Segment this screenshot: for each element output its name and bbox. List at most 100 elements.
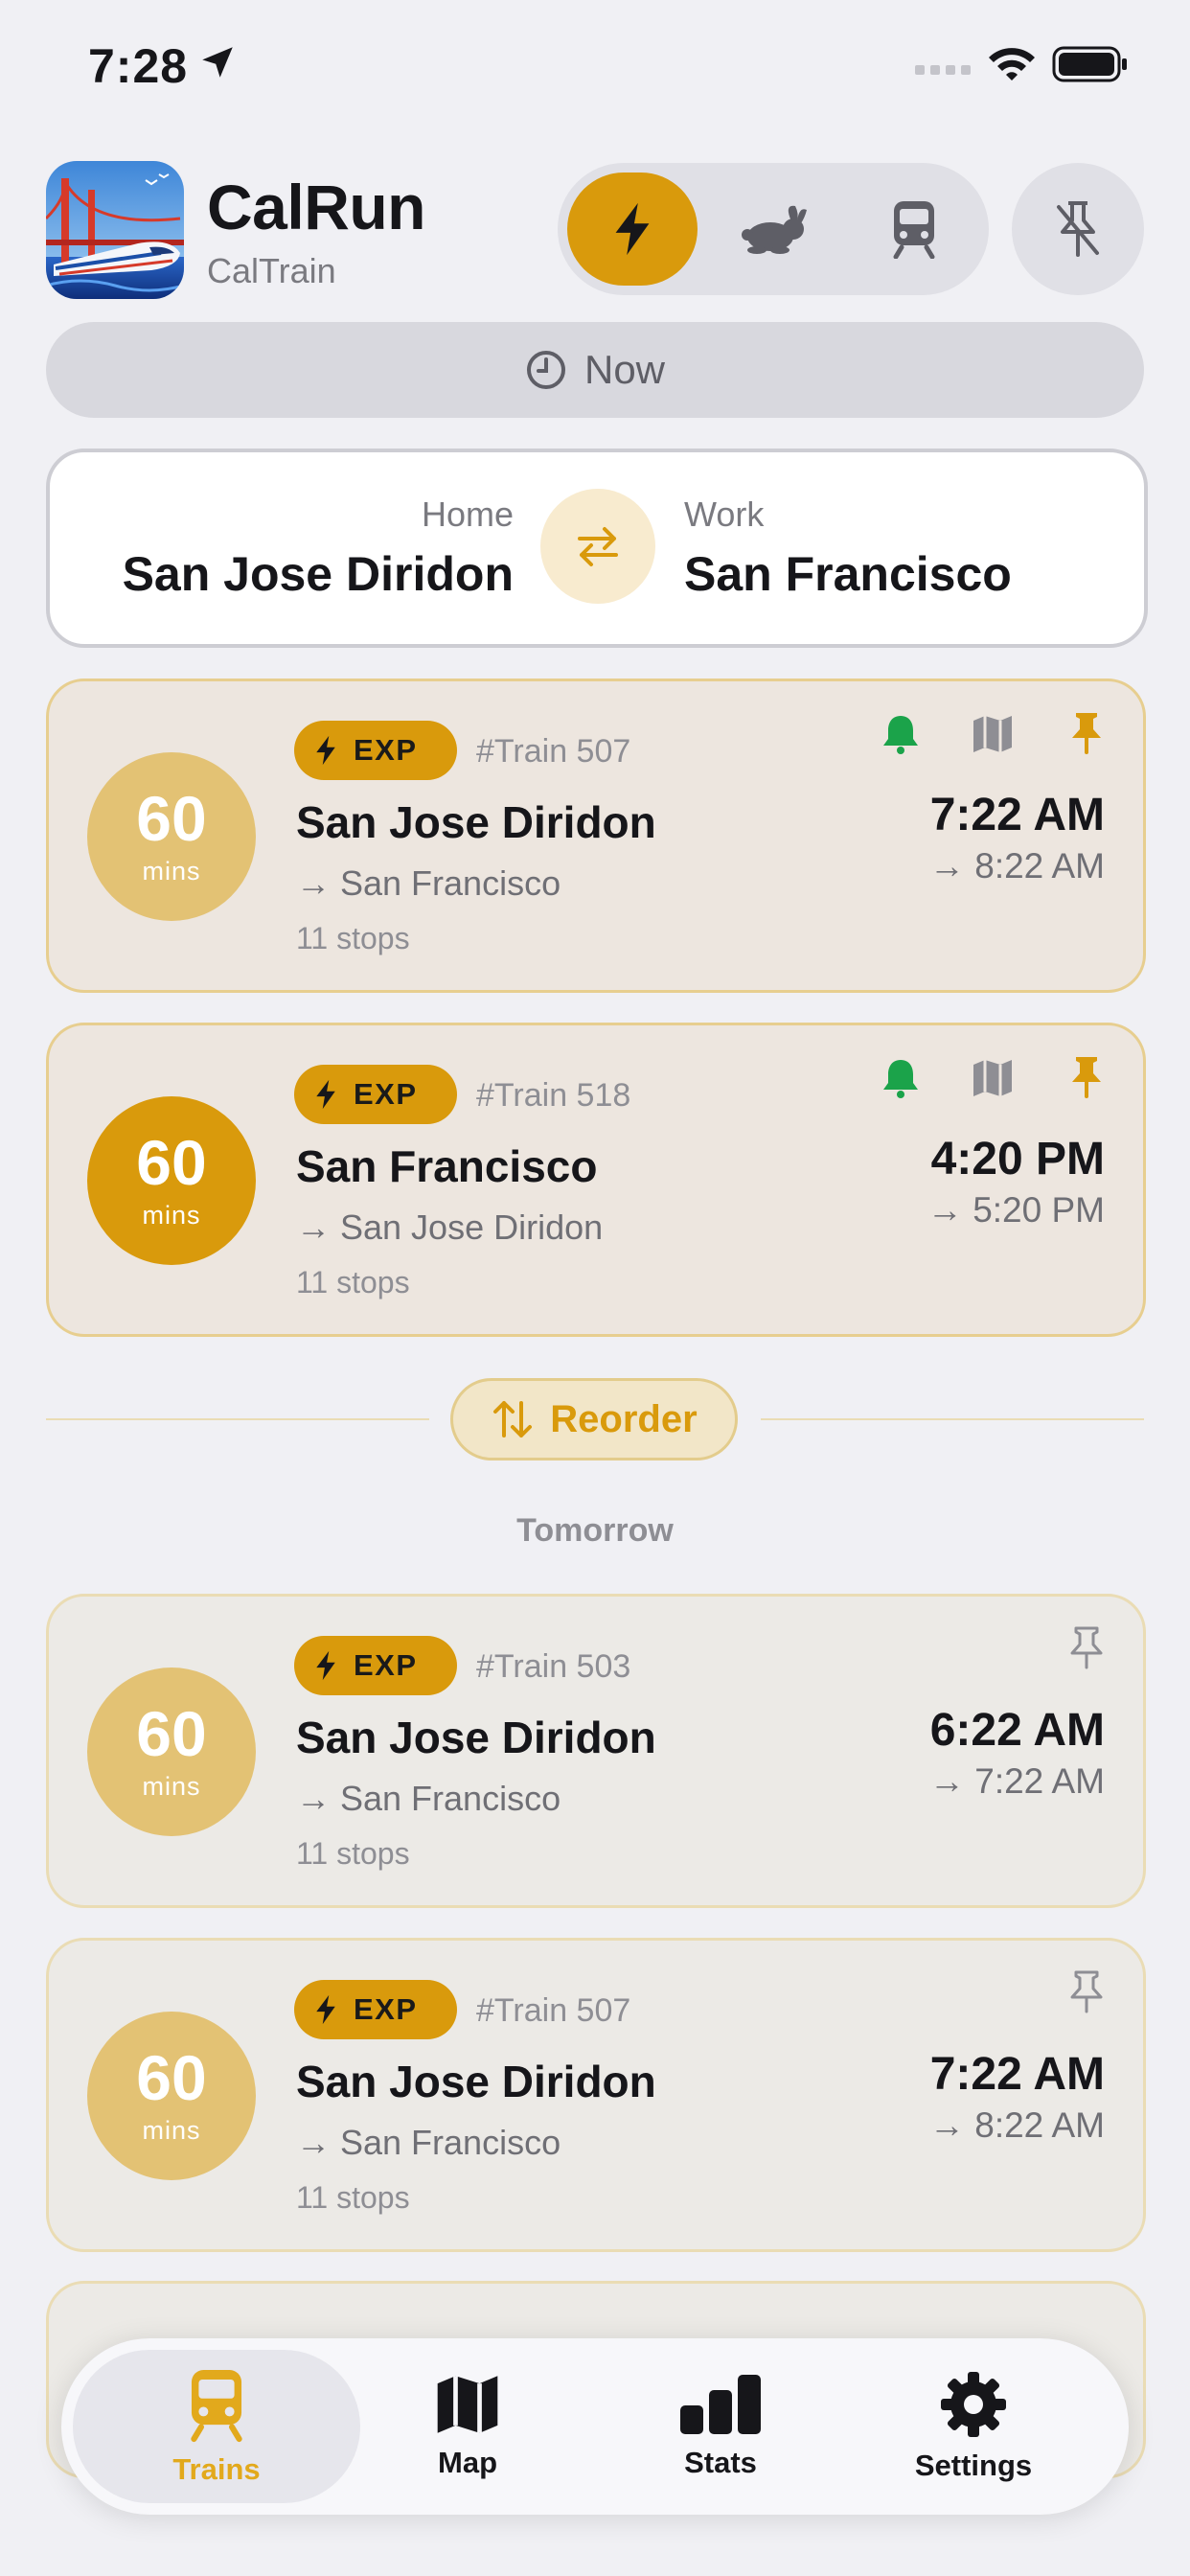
time-select-label: Now — [584, 347, 666, 392]
reorder-label: Reorder — [550, 1397, 698, 1440]
swap-route-button[interactable] — [540, 489, 655, 604]
tab-trains[interactable]: Trains — [73, 2350, 360, 2503]
pin-outline-icon[interactable] — [1064, 1625, 1109, 1669]
app-title: CalRun — [207, 172, 426, 242]
tab-bar: Trains Map Stats Settings — [61, 2338, 1129, 2515]
duration-circle: 60 mins — [87, 752, 256, 921]
mode-filter — [558, 163, 989, 295]
reorder-button[interactable]: Reorder — [450, 1378, 738, 1460]
train-icon — [893, 201, 935, 259]
filter-local-button[interactable] — [849, 172, 979, 286]
duration-minutes: 60 — [136, 1126, 207, 1198]
from-label: Home — [421, 494, 514, 534]
tab-label: Settings — [914, 2449, 1033, 2482]
train-card[interactable]: 60 mins EXP #Train 518 San Francisco → S… — [46, 1023, 1146, 1337]
time-select-button[interactable]: Now — [46, 322, 1144, 418]
location-arrow-icon — [202, 47, 233, 78]
map-icon[interactable] — [971, 712, 1015, 756]
pin-icon[interactable] — [1064, 710, 1109, 754]
pin-filter-button[interactable] — [1012, 163, 1144, 295]
divider — [46, 1418, 429, 1420]
train-number: #Train 503 — [476, 1648, 631, 1685]
train-icon — [191, 2370, 242, 2443]
stop-count: 11 stops — [296, 1836, 410, 1871]
map-icon — [437, 2376, 498, 2433]
departure-time: 4:20 PM — [930, 1134, 1105, 1184]
badge-label: EXP — [354, 1992, 418, 2026]
stop-count: 11 stops — [296, 921, 410, 955]
rabbit-icon — [742, 205, 807, 254]
tab-settings[interactable]: Settings — [830, 2350, 1117, 2503]
app-subtitle: CalTrain — [207, 251, 336, 290]
duration-minutes: 60 — [136, 782, 207, 854]
map-icon[interactable] — [971, 1056, 1015, 1100]
tab-label: Trains — [172, 2452, 261, 2486]
bell-icon[interactable] — [879, 1056, 923, 1100]
tab-label: Stats — [684, 2446, 757, 2479]
express-badge: EXP — [294, 1636, 457, 1695]
divider — [761, 1418, 1144, 1420]
arrival-time: → 5:20 PM — [927, 1190, 1105, 1230]
duration-unit: mins — [142, 1771, 201, 1801]
duration-circle: 60 mins — [87, 1668, 256, 1836]
tab-stats[interactable]: Stats — [577, 2350, 864, 2503]
train-number: #Train 507 — [476, 733, 631, 770]
pin-outline-icon[interactable] — [1064, 1969, 1109, 2013]
origin-station: San Jose Diridon — [296, 2057, 656, 2106]
duration-circle: 60 mins — [87, 1096, 256, 1265]
express-badge: EXP — [294, 1065, 457, 1124]
train-card[interactable]: 60 mins EXP #Train 507 San Jose Diridon … — [46, 1938, 1146, 2252]
stop-count: 11 stops — [296, 2180, 410, 2215]
reorder-arrows-icon — [493, 1401, 533, 1438]
train-card[interactable]: 60 mins EXP #Train 503 San Jose Diridon … — [46, 1594, 1146, 1908]
duration-unit: mins — [142, 856, 201, 886]
destination-station: → San Francisco — [296, 2123, 561, 2162]
bolt-icon — [316, 1079, 335, 1110]
swap-arrows-icon — [578, 527, 618, 566]
status-time: 7:28 — [88, 39, 189, 93]
destination-station: → San Jose Diridon — [296, 1208, 604, 1247]
pin-icon[interactable] — [1064, 1054, 1109, 1098]
to-station[interactable]: San Francisco — [684, 546, 1012, 602]
tab-label: Map — [438, 2446, 497, 2479]
train-card[interactable]: 60 mins EXP #Train 507 San Jose Diridon … — [46, 678, 1146, 993]
app-logo — [46, 161, 184, 299]
stop-count: 11 stops — [296, 1265, 410, 1300]
arrival-time: → 8:22 AM — [928, 846, 1105, 886]
filter-express-button[interactable] — [567, 172, 698, 286]
origin-station: San Jose Diridon — [296, 797, 656, 847]
train-number: #Train 507 — [476, 1992, 631, 2029]
signal-icon — [915, 65, 971, 75]
duration-circle: 60 mins — [87, 2012, 256, 2180]
to-label: Work — [684, 494, 765, 534]
stats-icon — [680, 2375, 761, 2434]
departure-time: 7:22 AM — [929, 790, 1105, 840]
arrival-time: → 8:22 AM — [928, 2105, 1105, 2145]
duration-minutes: 60 — [136, 2041, 207, 2113]
route-card: Home San Jose Diridon Work San Francisco — [46, 448, 1148, 648]
express-badge: EXP — [294, 721, 457, 780]
filter-rabbit-button[interactable] — [708, 172, 838, 286]
pin-slash-icon — [1057, 201, 1099, 257]
badge-label: EXP — [354, 733, 418, 767]
arrival-time: → 7:22 AM — [928, 1761, 1105, 1801]
destination-station: → San Francisco — [296, 863, 561, 903]
badge-label: EXP — [354, 1648, 418, 1682]
clock-icon — [526, 351, 565, 389]
train-number: #Train 518 — [476, 1077, 631, 1114]
badge-label: EXP — [354, 1077, 418, 1111]
duration-unit: mins — [142, 2115, 201, 2145]
express-badge: EXP — [294, 1980, 457, 2039]
duration-minutes: 60 — [136, 1697, 207, 1769]
tab-map[interactable]: Map — [324, 2350, 611, 2503]
section-header-tomorrow: Tomorrow — [516, 1512, 674, 1549]
origin-station: San Jose Diridon — [296, 1713, 656, 1762]
origin-station: San Francisco — [296, 1141, 598, 1191]
departure-time: 6:22 AM — [929, 1705, 1105, 1756]
battery-icon — [1052, 46, 1127, 82]
bolt-icon — [316, 1994, 335, 2025]
bolt-icon — [615, 202, 650, 256]
bell-icon[interactable] — [879, 712, 923, 756]
from-station[interactable]: San Jose Diridon — [123, 546, 514, 602]
wifi-icon — [989, 48, 1035, 80]
